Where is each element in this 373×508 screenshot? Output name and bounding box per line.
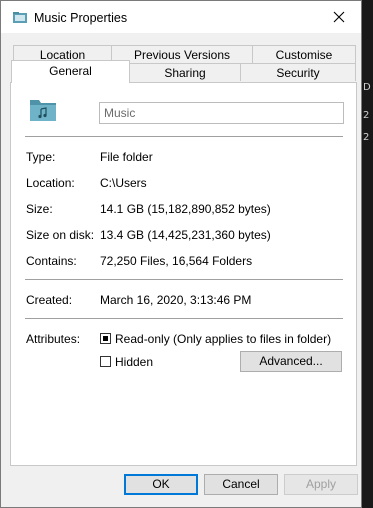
- music-folder-icon: [30, 100, 56, 121]
- created-value: March 16, 2020, 3:13:46 PM: [100, 293, 252, 307]
- advanced-button[interactable]: Advanced...: [240, 351, 342, 372]
- contains-value: 72,250 Files, 16,564 Folders: [100, 254, 253, 268]
- readonly-checkbox[interactable]: [100, 333, 111, 344]
- title-bar[interactable]: Music Properties: [1, 1, 361, 33]
- close-icon: [333, 11, 345, 23]
- location-value: C:\Users: [100, 176, 147, 190]
- size-value: 14.1 GB (15,182,890,852 bytes): [100, 202, 271, 216]
- divider: [25, 318, 343, 319]
- folder-name-input[interactable]: Music: [99, 102, 344, 124]
- tab-security[interactable]: Security: [240, 63, 356, 81]
- close-button[interactable]: [317, 1, 361, 33]
- size-on-disk-label: Size on disk:: [26, 228, 95, 242]
- hidden-label[interactable]: Hidden: [115, 355, 153, 369]
- size-on-disk-value: 13.4 GB (14,425,231,360 bytes): [100, 228, 271, 242]
- created-label: Created:: [26, 293, 73, 307]
- folder-properties-icon: [13, 12, 27, 23]
- background-text: D: [363, 82, 371, 93]
- type-label: Type:: [26, 150, 56, 164]
- tab-previous-versions[interactable]: Previous Versions: [111, 45, 253, 63]
- tab-general[interactable]: General: [11, 60, 130, 83]
- tab-sharing[interactable]: Sharing: [129, 63, 241, 81]
- background-text: 2: [363, 132, 370, 143]
- indeterminate-mark: [103, 336, 108, 341]
- readonly-label[interactable]: Read-only (Only applies to files in fold…: [115, 332, 331, 346]
- apply-button[interactable]: Apply: [284, 474, 358, 495]
- background-text: 2: [363, 110, 370, 121]
- properties-dialog: Music Properties Location Previous Versi…: [0, 0, 362, 508]
- size-label: Size:: [26, 202, 53, 216]
- general-tab-panel: Music Type: File folder Location: C:\Use…: [10, 82, 357, 466]
- attributes-label: Attributes:: [26, 332, 81, 346]
- background-app-edge: D 2 2: [361, 0, 373, 508]
- divider: [25, 279, 343, 280]
- contains-label: Contains:: [26, 254, 77, 268]
- location-label: Location:: [26, 176, 75, 190]
- cancel-button[interactable]: Cancel: [204, 474, 278, 495]
- type-value: File folder: [100, 150, 153, 164]
- window-title: Music Properties: [34, 11, 128, 25]
- hidden-checkbox[interactable]: [100, 356, 111, 367]
- tab-customise[interactable]: Customise: [252, 45, 356, 63]
- ok-button[interactable]: OK: [124, 474, 198, 495]
- divider: [25, 136, 343, 137]
- tab-strip: Location Previous Versions Customise Gen…: [1, 33, 361, 83]
